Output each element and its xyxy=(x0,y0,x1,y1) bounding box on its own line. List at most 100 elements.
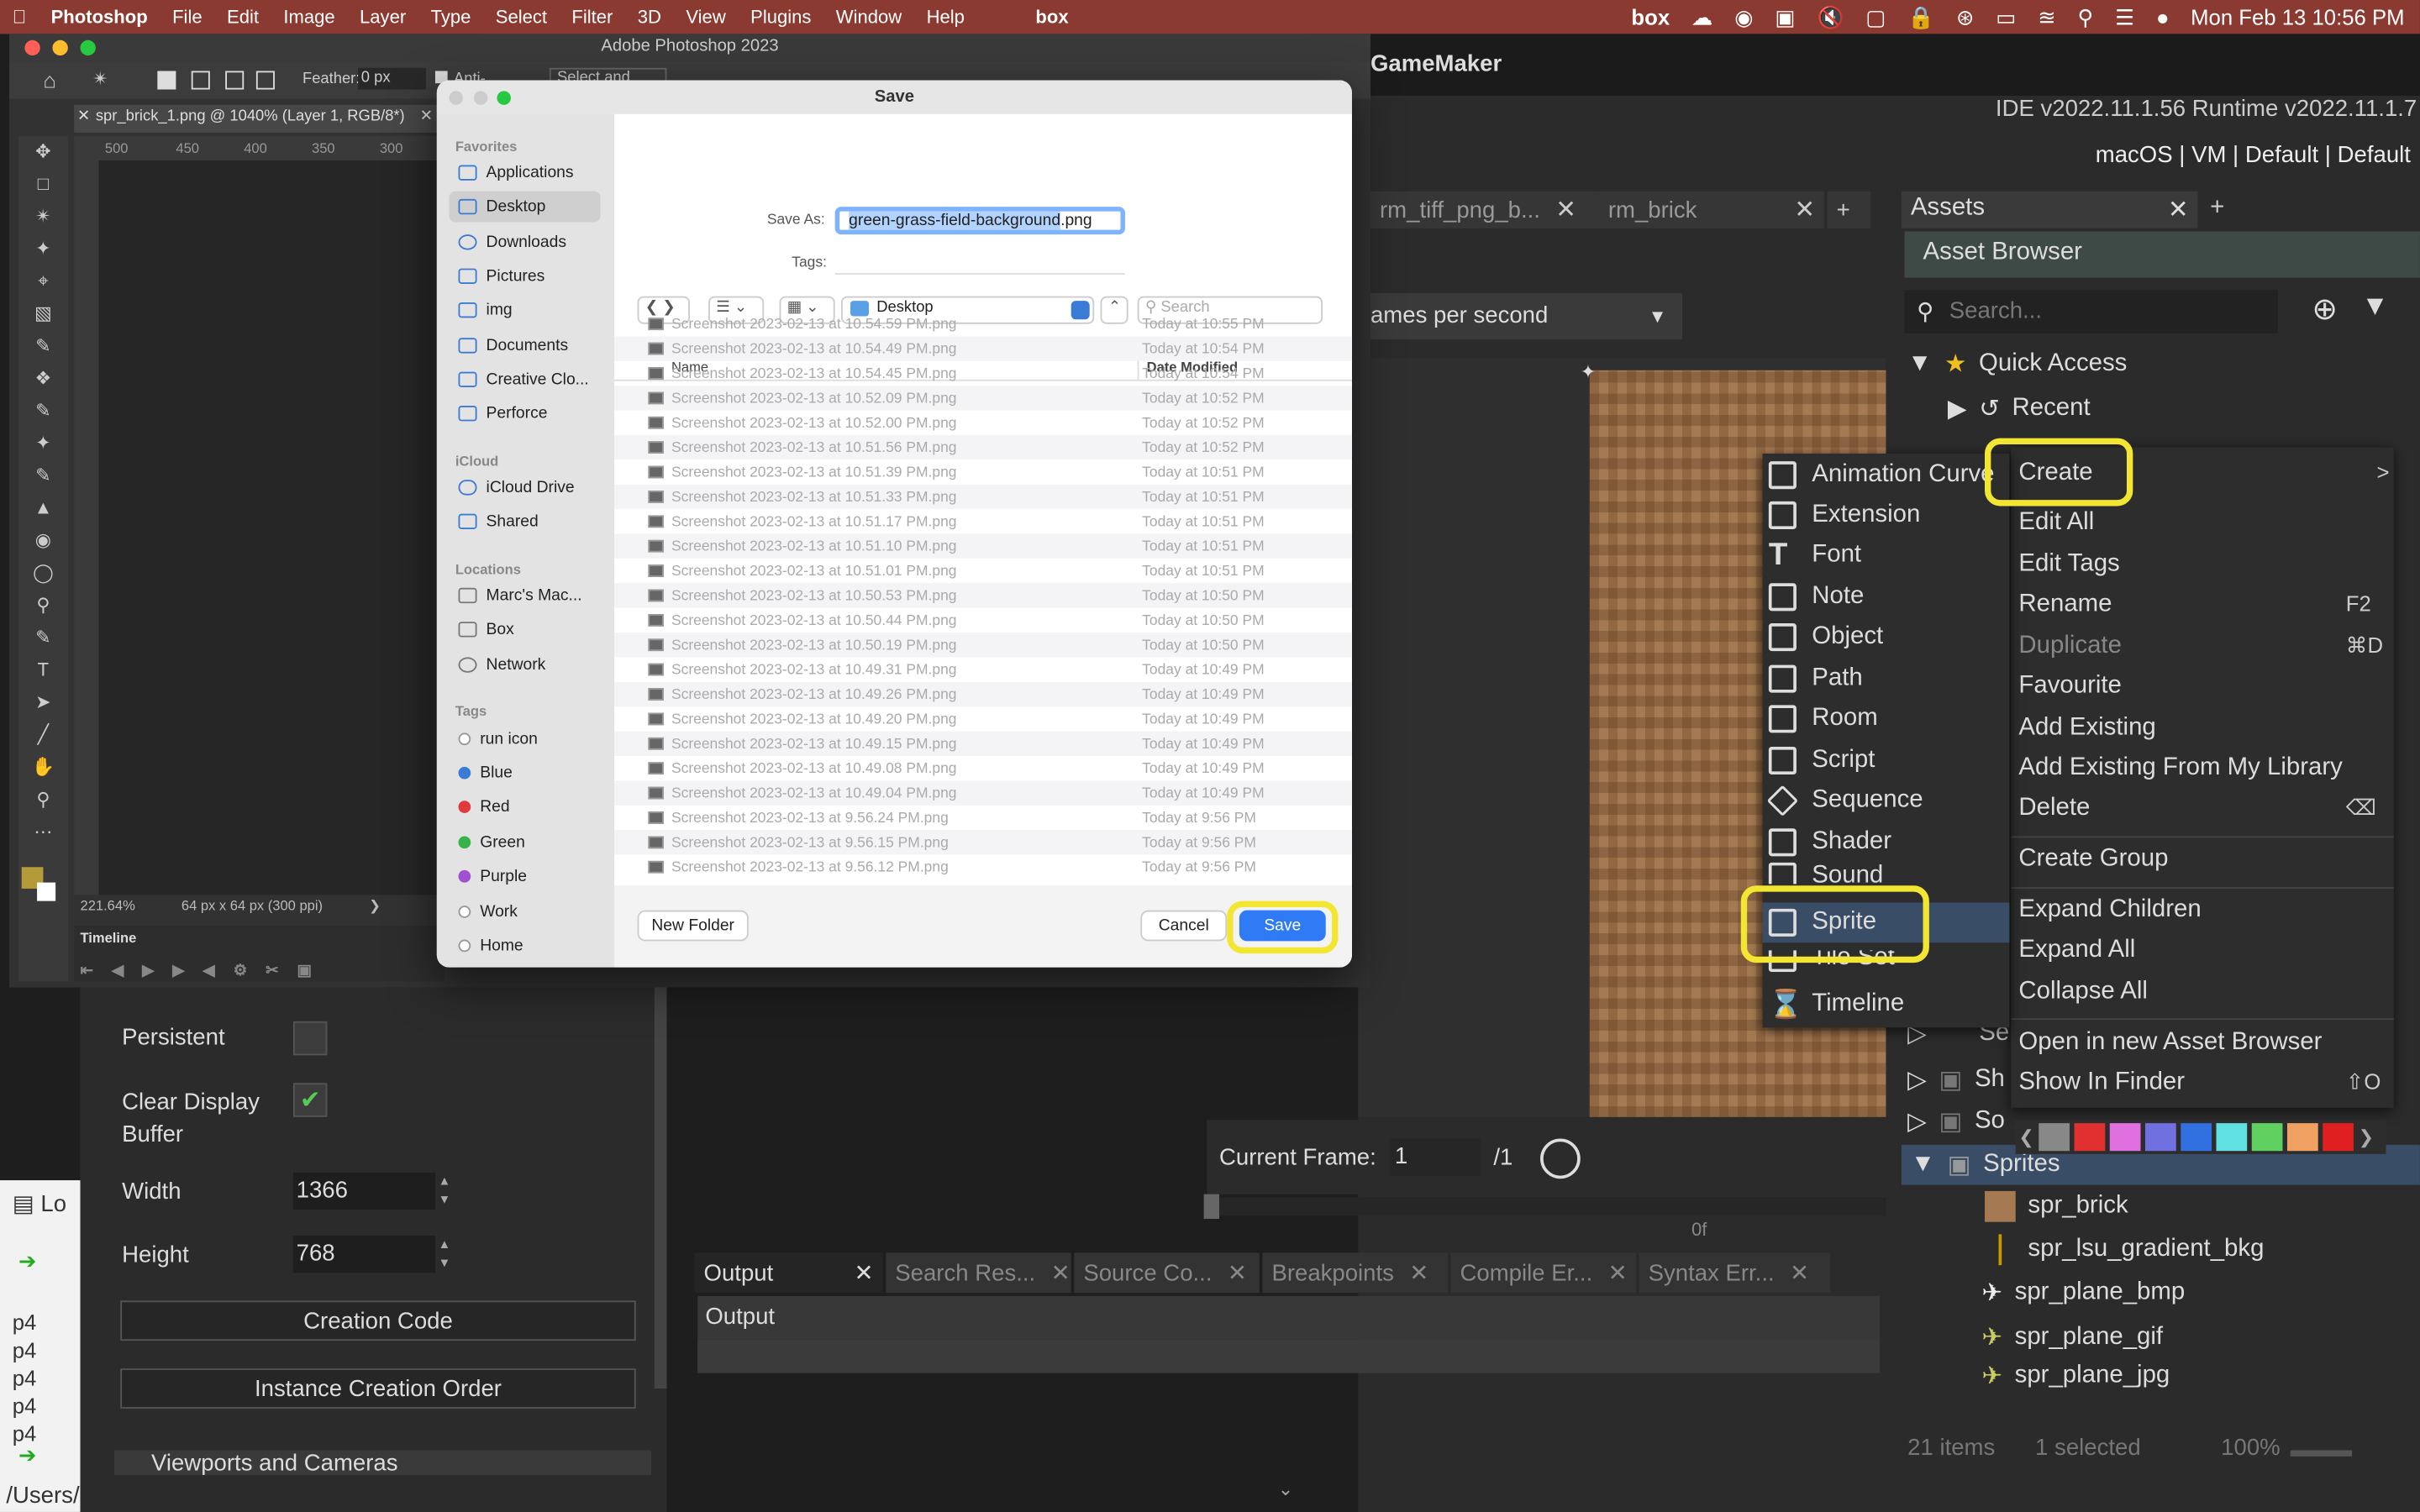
menu-item-edit-tags[interactable]: Edit Tags xyxy=(2018,551,2119,579)
submenu-sequence[interactable]: Sequence xyxy=(1763,780,2010,821)
expand-icon[interactable]: ▶ xyxy=(1948,393,1967,424)
photoshop-canvas[interactable] xyxy=(98,160,445,895)
asset-search-input[interactable]: ⚲ Search... xyxy=(1904,290,2278,333)
clear-display-checkbox[interactable]: ✔ xyxy=(292,1083,328,1117)
menu-item-create-group[interactable]: Create Group xyxy=(2018,846,2168,874)
menu-plugins[interactable]: Plugins xyxy=(738,6,823,28)
sidebar-item-creative-cloud[interactable]: Creative Clo... xyxy=(449,364,600,395)
file-row[interactable]: Screenshot 2023-02-13 at 10.51.17 PM.png… xyxy=(614,509,1352,533)
zoom-level[interactable]: 221.64% xyxy=(81,898,135,920)
wifi-icon[interactable]: ≊ xyxy=(2038,4,2056,30)
menu-item-show-in-finder[interactable]: Show In Finder ⇧O xyxy=(2018,1069,2381,1097)
file-row[interactable]: Screenshot 2023-02-13 at 10.51.33 PM.png… xyxy=(614,484,1352,510)
creation-code-button[interactable]: Creation Code xyxy=(120,1300,636,1341)
tab-compile-errors[interactable]: Compile Er... ✕ xyxy=(1450,1252,1636,1294)
file-row[interactable]: Screenshot 2023-02-13 at 10.49.04 PM.png… xyxy=(614,780,1352,806)
file-row[interactable]: Screenshot 2023-02-13 at 9.56.12 PM.png T… xyxy=(614,855,1352,879)
menu-select[interactable]: Select xyxy=(483,6,560,28)
file-row[interactable]: Screenshot 2023-02-13 at 9.56.15 PM.png T… xyxy=(614,830,1352,855)
color-swatch[interactable] xyxy=(2216,1123,2248,1152)
close-icon[interactable]: ✕ xyxy=(77,108,90,125)
menu-image[interactable]: Image xyxy=(271,6,348,28)
submenu-note[interactable]: Note xyxy=(1763,577,2010,617)
lasso-tool-icon[interactable]: ✴ xyxy=(92,68,108,90)
sidebar-tag[interactable]: Red xyxy=(449,791,600,822)
add-tab-button[interactable]: + xyxy=(2210,194,2224,222)
sidebar-item-downloads[interactable]: Downloads xyxy=(449,227,600,258)
tab-room-brick[interactable]: rm_brick ✕ xyxy=(1598,191,1824,228)
chevron-right-icon[interactable]: ❯ xyxy=(2359,1126,2374,1148)
file-row[interactable]: Screenshot 2023-02-13 at 10.49.20 PM.png… xyxy=(614,706,1352,731)
control-center-icon[interactable]: ☰ xyxy=(2115,4,2134,30)
asset-spr-plane-gif[interactable]: ✈ spr_plane_gif xyxy=(1981,1322,2163,1353)
menu-item-expand-children[interactable]: Expand Children xyxy=(2018,896,2201,924)
tree-quick-access[interactable]: ▼ ★ Quick Access xyxy=(1907,349,2127,380)
sidebar-item-perforce[interactable]: Perforce xyxy=(449,398,600,429)
submenu-font[interactable]: T Font xyxy=(1763,535,2010,575)
box-logo-2[interactable]: box xyxy=(1631,5,1670,29)
file-row[interactable]: Screenshot 2023-02-13 at 10.54.59 PM.png… xyxy=(614,312,1352,336)
color-swatch[interactable] xyxy=(2109,1123,2141,1152)
menu-type[interactable]: Type xyxy=(418,6,483,28)
menu-item-collapse-all[interactable]: Collapse All xyxy=(2018,978,2148,1005)
sidebar-item-img[interactable]: img xyxy=(449,295,600,326)
menu-item-add-existing-library[interactable]: Add Existing From My Library xyxy=(2018,754,2342,782)
globe-icon[interactable]: ◉ xyxy=(1734,4,1753,30)
menu-filter[interactable]: Filter xyxy=(560,6,625,28)
color-swatch[interactable] xyxy=(2181,1123,2212,1152)
doc-info[interactable]: 64 px x 64 px (300 ppi) xyxy=(182,898,323,920)
current-frame-input[interactable]: 1 xyxy=(1388,1138,1481,1176)
sidebar-item-shared[interactable]: Shared xyxy=(449,506,600,537)
file-row[interactable]: Screenshot 2023-02-13 at 9.56.24 PM.png T… xyxy=(614,806,1352,830)
file-row[interactable]: Screenshot 2023-02-13 at 10.54.49 PM.png… xyxy=(614,336,1352,361)
file-row[interactable]: Screenshot 2023-02-13 at 10.51.10 PM.png… xyxy=(614,533,1352,559)
viewports-section[interactable]: Viewports and Cameras xyxy=(113,1450,652,1475)
apple-icon[interactable]:  xyxy=(0,6,39,28)
height-input[interactable]: 768 xyxy=(292,1236,435,1273)
color-swatch[interactable] xyxy=(2323,1123,2354,1152)
submenu-path[interactable]: Path xyxy=(1763,659,2010,699)
output-body[interactable] xyxy=(697,1339,1881,1373)
menu-item-expand-all[interactable]: Expand All xyxy=(2018,937,2135,964)
bluetooth-icon[interactable]: ⊛ xyxy=(1956,4,1975,30)
expand-icon[interactable]: ▷ xyxy=(1907,1064,1927,1095)
menu-item-add-existing[interactable]: Add Existing xyxy=(2018,714,2155,742)
sidebar-tag[interactable]: run icon xyxy=(449,723,600,754)
file-row[interactable]: Screenshot 2023-02-13 at 10.51.01 PM.png… xyxy=(614,559,1352,583)
cancel-button[interactable]: Cancel xyxy=(1140,910,1228,942)
menu-item-open-new-browser[interactable]: Open in new Asset Browser xyxy=(2018,1029,2322,1057)
submenu-sound[interactable]: Sound xyxy=(1763,862,2010,885)
tab-breakpoints[interactable]: Breakpoints ✕ xyxy=(1262,1252,1448,1294)
room-scrollbar[interactable] xyxy=(654,987,667,1389)
intersect-selection-icon[interactable] xyxy=(255,71,275,90)
file-row[interactable]: Screenshot 2023-02-13 at 10.51.56 PM.png… xyxy=(614,434,1352,460)
close-icon[interactable]: ✕ xyxy=(1051,1259,1071,1287)
maximize-window-button[interactable] xyxy=(80,39,96,56)
close-window-button[interactable] xyxy=(24,39,40,56)
tree-group-sh[interactable]: ▷ ▣ Sh xyxy=(1907,1064,2005,1095)
onion-skin-icon[interactable] xyxy=(1540,1138,1581,1179)
menu-help[interactable]: Help xyxy=(914,6,977,28)
expand-icon[interactable]: ▷ xyxy=(1907,1106,1927,1137)
asset-spr-plane-jpg[interactable]: ✈ spr_plane_jpg xyxy=(1981,1364,2170,1389)
sidebar-tag[interactable]: Work xyxy=(449,896,600,927)
instance-order-button[interactable]: Instance Creation Order xyxy=(120,1368,636,1409)
tab-output[interactable]: Output ✕ xyxy=(694,1252,883,1294)
sidebar-item-documents[interactable]: Documents xyxy=(449,330,600,361)
origin-icon[interactable]: ✦ xyxy=(1581,361,1596,383)
feather-input[interactable]: 0 px xyxy=(358,67,426,90)
color-swatch[interactable] xyxy=(2287,1123,2318,1152)
menu-item-favourite[interactable]: Favourite xyxy=(2018,673,2122,701)
close-icon[interactable]: ✕ xyxy=(420,108,433,125)
menu-view[interactable]: View xyxy=(674,6,739,28)
color-swatch[interactable] xyxy=(2074,1123,2106,1152)
file-row[interactable]: Screenshot 2023-02-13 at 10.51.39 PM.png… xyxy=(614,459,1352,484)
battery-icon[interactable]: ▭ xyxy=(1996,4,2016,30)
add-tab-button[interactable]: + xyxy=(1827,191,1871,228)
menu-item-delete[interactable]: Delete ⌫ xyxy=(2018,795,2376,822)
submenu-shader[interactable]: Shader xyxy=(1763,822,2010,863)
add-selection-icon[interactable] xyxy=(191,71,210,90)
minimize-window-button[interactable] xyxy=(52,39,68,56)
home-icon[interactable]: ⌂ xyxy=(43,68,56,92)
width-stepper[interactable]: ▲ ▼ xyxy=(439,1173,460,1210)
